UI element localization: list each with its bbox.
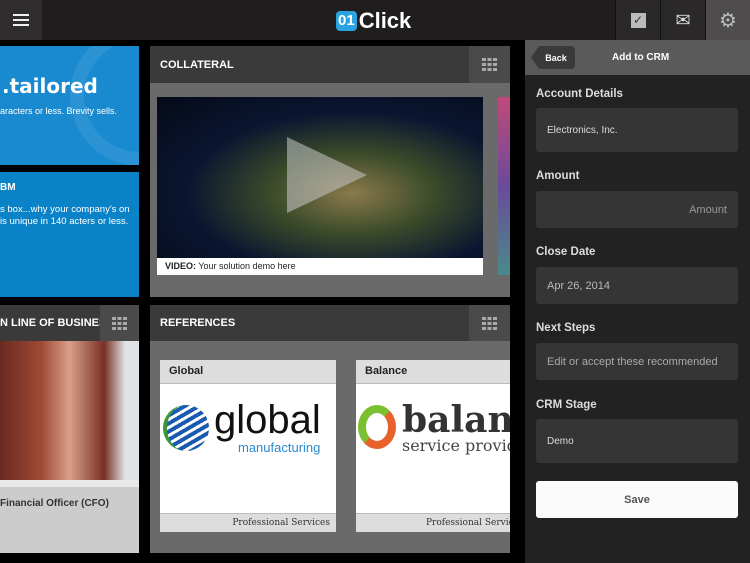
next-steps-field[interactable]: Edit or accept these recommended [536, 343, 738, 380]
save-button[interactable]: Save [536, 481, 738, 518]
reference-card-balance[interactable]: Balance balanc service provid Profession… [356, 360, 510, 532]
amount-label: Amount [536, 170, 580, 182]
person-photo [0, 341, 139, 480]
card-title: Global [160, 360, 336, 384]
mail-icon: ✉ [675, 9, 691, 30]
account-field[interactable]: Electronics, Inc. [536, 108, 738, 152]
amount-input[interactable]: Amount [536, 191, 738, 228]
settings-button[interactable]: ⚙ [705, 0, 750, 40]
balance-logo-icon [358, 405, 396, 449]
logo-subtext: service provid [402, 436, 510, 455]
menu-icon [13, 14, 29, 26]
references-grid-button[interactable] [469, 305, 510, 341]
caption-label: VIDEO: [165, 261, 197, 271]
lob-grid-button[interactable] [100, 305, 139, 341]
references-title: REFERENCES [150, 305, 469, 341]
grid-icon [112, 316, 127, 330]
logo-subtext: manufacturing [238, 440, 321, 455]
tile-text: aracters or less. Brevity sells. [0, 106, 118, 116]
collateral-title: COLLATERAL [150, 46, 469, 83]
card-footer: Professional Services [160, 513, 336, 532]
next-steps-label: Next Steps [536, 322, 596, 334]
tasks-button[interactable]: ✓ [615, 0, 660, 40]
next-collateral-item[interactable] [498, 97, 510, 275]
checkbox-icon: ✓ [630, 12, 646, 28]
back-button[interactable]: Back [531, 46, 575, 69]
tailored-tile[interactable]: .tailored aracters or less. Brevity sell… [0, 46, 139, 165]
crm-title: Add to CRM [612, 52, 670, 63]
caption-text: Your solution demo here [196, 261, 296, 271]
account-label: Account Details [536, 88, 623, 100]
menu-button[interactable] [0, 0, 42, 40]
card-footer: Professional Servic [356, 513, 510, 532]
video-thumbnail[interactable] [157, 97, 483, 258]
global-logo-icon [163, 405, 209, 451]
logo-text: Click [358, 8, 412, 33]
grid-icon [482, 316, 497, 330]
close-date-field[interactable]: Apr 26, 2014 [536, 267, 738, 304]
video-caption: VIDEO: Your solution demo here [157, 258, 483, 275]
play-icon[interactable] [287, 137, 367, 213]
collateral-grid-button[interactable] [469, 46, 510, 83]
lob-caption: Financial Officer (CFO) [0, 498, 109, 509]
lob-title: N LINE OF BUSINESS [0, 305, 100, 341]
logo: 01 Click [336, 8, 411, 34]
grid-icon [482, 58, 497, 71]
logo-text: global [214, 398, 321, 442]
bm-tile[interactable]: BM s box...why your company's on is uniq… [0, 172, 139, 297]
reference-card-global[interactable]: Global global manufacturing Professional… [160, 360, 336, 532]
card-title: Balance [356, 360, 510, 384]
logo-badge: 01 [336, 11, 357, 31]
mail-button[interactable]: ✉ [660, 0, 705, 40]
references-panel: Global global manufacturing Professional… [150, 305, 510, 553]
crm-stage-field[interactable]: Demo [536, 419, 738, 463]
tile-text: s box...why your company's on is unique … [0, 204, 130, 227]
close-date-label: Close Date [536, 246, 596, 258]
crm-stage-label: CRM Stage [536, 399, 597, 411]
tile-title: BM [0, 182, 16, 193]
tile-title: .tailored [2, 74, 98, 98]
photo-divider [0, 480, 139, 487]
gear-icon: ⚙ [719, 9, 737, 32]
